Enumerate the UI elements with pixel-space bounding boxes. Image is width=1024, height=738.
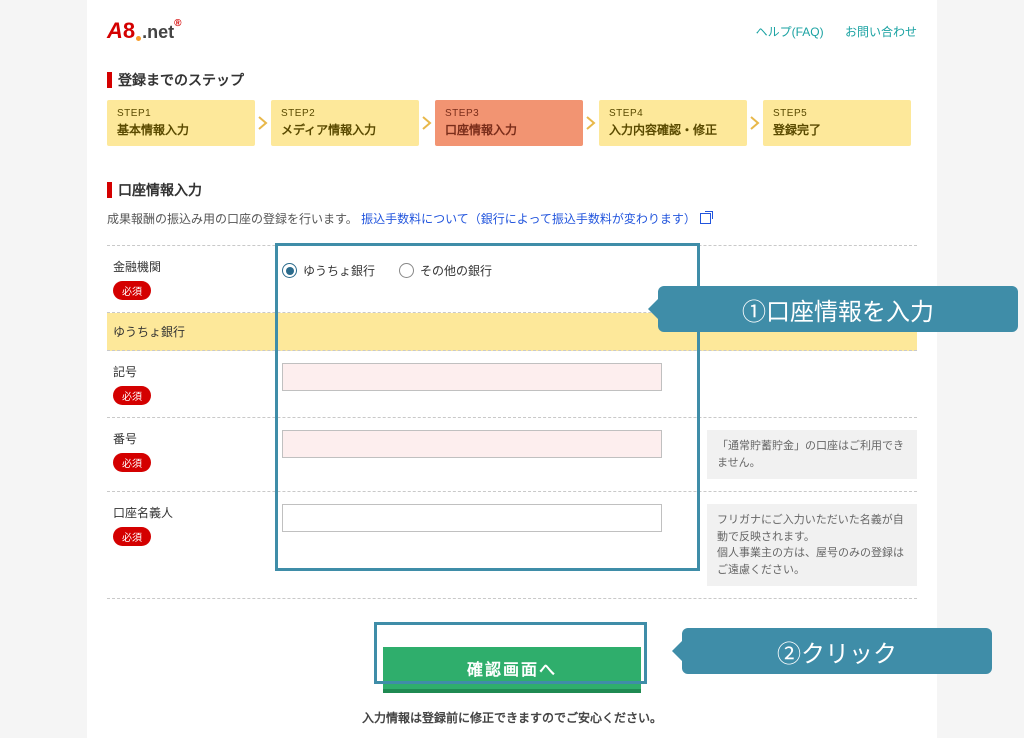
meigi-input[interactable]: [282, 504, 662, 532]
chevron-right-icon: [255, 100, 271, 146]
step-1: STEP1基本情報入力: [107, 100, 255, 146]
step-2: STEP2メディア情報入力: [271, 100, 419, 146]
meigi-label: 口座名義人: [113, 504, 282, 521]
required-badge: 必須: [113, 386, 151, 405]
bank-type-label: 金融機関: [113, 258, 282, 275]
bango-label: 番号: [113, 430, 282, 447]
kigo-input[interactable]: [282, 363, 662, 391]
section-heading: 口座情報入力: [107, 180, 917, 200]
required-badge: 必須: [113, 453, 151, 472]
fee-info-link[interactable]: 振込手数料について（銀行によって振込手数料が変わります）: [361, 212, 711, 226]
confirm-button[interactable]: 確認画面へ: [383, 647, 641, 693]
help-link[interactable]: ヘルプ(FAQ): [756, 25, 824, 39]
section-description: 成果報酬の振込み用の口座の登録を行います。 振込手数料について（銀行によって振込…: [107, 210, 917, 227]
external-link-icon: [700, 213, 711, 224]
brand-logo: A8.net®: [107, 18, 182, 44]
bango-help: 「通常貯蓄貯金」の口座はご利用できません。: [707, 430, 917, 479]
chevron-right-icon: [419, 100, 435, 146]
chevron-right-icon: [747, 100, 763, 146]
step-5: STEP5登録完了: [763, 100, 911, 146]
bango-input[interactable]: [282, 430, 662, 458]
required-badge: 必須: [113, 527, 151, 546]
radio-yucho[interactable]: ゆうちょ銀行: [282, 262, 375, 279]
radio-icon: [282, 263, 297, 278]
radio-icon: [399, 263, 414, 278]
meigi-help: フリガナにご入力いただいた名義が自動で反映されます。 個人事業主の方は、屋号のみ…: [707, 504, 917, 586]
step-3: STEP3口座情報入力: [435, 100, 583, 146]
chevron-right-icon: [583, 100, 599, 146]
step-4: STEP4入力内容確認・修正: [599, 100, 747, 146]
steps-bar: STEP1基本情報入力 STEP2メディア情報入力 STEP3口座情報入力 STEP4…: [107, 100, 917, 146]
kigo-label: 記号: [113, 363, 282, 380]
radio-other-bank[interactable]: その他の銀行: [399, 262, 492, 279]
contact-link[interactable]: お問い合わせ: [845, 25, 917, 39]
callout-enter-info: ①口座情報を入力: [658, 286, 1018, 332]
required-badge: 必須: [113, 281, 151, 300]
callout-click: ②クリック: [682, 628, 992, 674]
steps-heading: 登録までのステップ: [107, 70, 917, 90]
submit-note: 入力情報は登録前に修正できますのでご安心ください。: [107, 709, 917, 726]
yucho-subheader: ゆうちょ銀行: [113, 323, 282, 340]
